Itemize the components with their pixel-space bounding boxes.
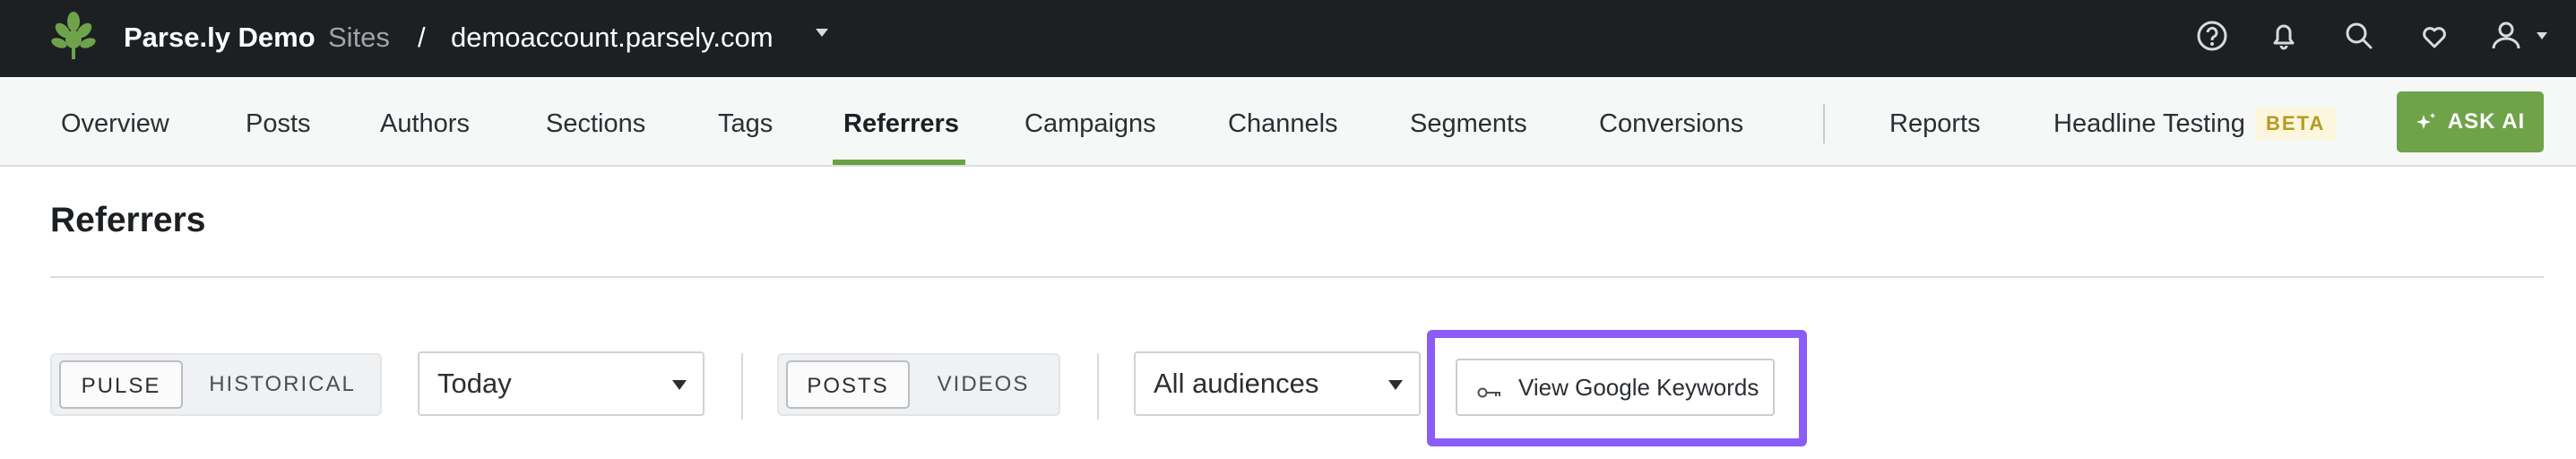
videos-button[interactable]: VIDEOS <box>915 360 1051 409</box>
caret-down-icon <box>1388 380 1403 390</box>
sites-link[interactable]: Sites <box>328 20 390 56</box>
key-icon <box>1477 379 1502 398</box>
nav-divider <box>1823 104 1825 143</box>
title-divider <box>50 276 2544 278</box>
period-select-value: Today <box>437 368 512 399</box>
pulse-button[interactable]: PULSE <box>59 360 183 409</box>
tab-channels[interactable]: Channels <box>1228 108 1338 140</box>
user-icon[interactable] <box>2486 16 2526 56</box>
view-google-keywords-label: View Google Keywords <box>1518 373 1759 401</box>
tab-sections[interactable]: Sections <box>546 108 645 140</box>
audience-select-value: All audiences <box>1154 368 1319 399</box>
beta-badge: BETA <box>2255 108 2337 140</box>
site-domain-selector[interactable]: demoaccount.parsely.com <box>451 20 774 56</box>
parsely-leaf-icon[interactable] <box>47 9 100 63</box>
bell-icon[interactable] <box>2264 16 2304 56</box>
caret-down-icon <box>672 380 687 390</box>
page-title: Referrers <box>50 201 206 239</box>
audience-select[interactable]: All audiences <box>1134 351 1421 416</box>
top-bar: Parse.ly Demo Sites / demoaccount.parsel… <box>0 0 2576 77</box>
heart-icon[interactable] <box>2415 16 2454 56</box>
tab-conversions[interactable]: Conversions <box>1599 108 1743 140</box>
posts-videos-toggle: POSTS VIDEOS <box>777 353 1060 416</box>
sparkle-icon <box>2416 111 2437 133</box>
user-menu-chevron-icon[interactable] <box>2537 32 2547 39</box>
pulse-historical-toggle: PULSE HISTORICAL <box>50 353 382 416</box>
filter-divider <box>741 353 743 420</box>
search-icon[interactable] <box>2339 16 2379 56</box>
filter-divider <box>1097 353 1099 420</box>
ask-ai-button[interactable]: ASK AI <box>2397 91 2544 152</box>
tab-tags[interactable]: Tags <box>718 108 773 140</box>
historical-button[interactable]: HISTORICAL <box>190 360 375 409</box>
tab-posts[interactable]: Posts <box>246 108 311 140</box>
tab-authors[interactable]: Authors <box>380 108 470 140</box>
tab-reports[interactable]: Reports <box>1889 108 1981 140</box>
chevron-down-icon[interactable] <box>816 29 828 37</box>
active-tab-indicator <box>833 160 965 165</box>
brand-name[interactable]: Parse.ly Demo <box>124 20 316 56</box>
tab-headline-testing[interactable]: Headline Testing <box>2053 108 2245 140</box>
tab-overview[interactable]: Overview <box>61 108 169 140</box>
tab-segments[interactable]: Segments <box>1410 108 1527 140</box>
tab-referrers[interactable]: Referrers <box>843 108 959 140</box>
section-nav: Overview Posts Authors Sections Tags Ref… <box>0 77 2576 167</box>
period-select[interactable]: Today <box>418 351 705 416</box>
tab-campaigns[interactable]: Campaigns <box>1024 108 1156 140</box>
posts-button[interactable]: POSTS <box>786 360 910 409</box>
help-icon[interactable] <box>2192 16 2232 56</box>
view-google-keywords-button[interactable]: View Google Keywords <box>1456 359 1775 416</box>
breadcrumb-separator: / <box>418 22 426 53</box>
ask-ai-label: ASK AI <box>2447 109 2526 134</box>
